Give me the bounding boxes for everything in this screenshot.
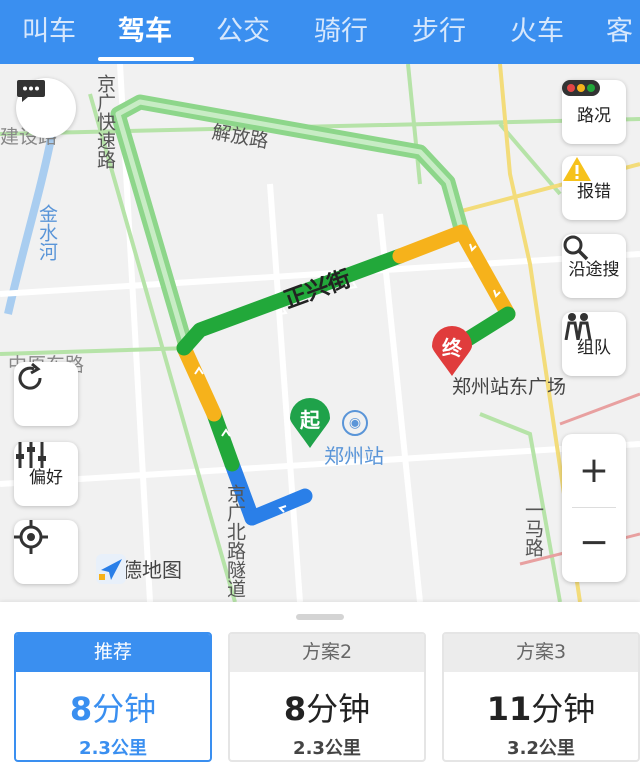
tab-bike[interactable]: 骑行	[314, 0, 368, 64]
sliders-icon	[16, 442, 46, 468]
locate-crosshair-icon	[14, 520, 48, 554]
route-time-number: 8	[283, 690, 307, 728]
end-marker[interactable]: 终	[432, 326, 472, 378]
preference-button[interactable]: 偏好	[14, 442, 78, 506]
traffic-button[interactable]: 路况	[562, 80, 626, 144]
route-option-distance: 3.2公里	[507, 738, 575, 759]
zoom-control: + −	[562, 434, 626, 582]
end-marker-label: 终	[442, 336, 462, 360]
tab-drive[interactable]: 驾车	[118, 0, 172, 64]
chat-bubble-icon	[17, 80, 45, 102]
warning-icon	[563, 157, 591, 181]
route-time-unit: 分钟	[92, 690, 157, 728]
tab-taxi[interactable]: 叫车	[22, 0, 76, 64]
report-error-button[interactable]: 报错	[562, 156, 626, 220]
amap-logo: 高德地图	[96, 554, 182, 584]
active-tab-indicator	[98, 57, 194, 61]
tab-bus[interactable]: 公交	[216, 0, 270, 64]
map-view[interactable]: 解放路 正兴街 建设路 中原东路 金水河 京广快速路 京广北路隧道 一马路 起 …	[0, 64, 640, 602]
start-marker-label: 起	[300, 408, 320, 432]
transport-mode-tabs: 叫车 驾车 公交 骑行 步行 火车 客	[0, 0, 640, 64]
route-option-time: 8分钟	[230, 684, 424, 730]
team-people-icon	[564, 313, 592, 340]
search-along-button[interactable]: 沿途搜	[562, 234, 626, 298]
station-label: 郑州站	[324, 444, 384, 468]
road-label-jingguang-kuaisu: 京广快速路	[94, 74, 116, 169]
refresh-icon	[18, 362, 42, 390]
traffic-light-icon	[562, 80, 600, 96]
road-label-yima: 一马路	[522, 500, 544, 557]
station-icon: ◉	[342, 410, 368, 436]
route-option-distance: 2.3公里	[79, 738, 147, 759]
refresh-button[interactable]	[14, 362, 78, 426]
route-option-label: 方案2	[230, 634, 424, 672]
route-option-time: 11分钟	[444, 684, 638, 730]
amap-logo-icon	[96, 554, 126, 584]
locate-button[interactable]	[14, 520, 78, 584]
route-option-label: 方案3	[444, 634, 638, 672]
tab-train[interactable]: 火车	[510, 0, 564, 64]
zoom-in-button[interactable]: +	[562, 434, 626, 507]
route-time-number: 8	[69, 690, 93, 728]
route-time-unit: 分钟	[306, 690, 371, 728]
traffic-label: 路况	[577, 105, 611, 126]
route-option-2[interactable]: 方案2 8分钟 2.3公里	[228, 632, 426, 762]
route-options-panel: 推荐 8分钟 2.3公里 方案2 8分钟 2.3公里 方案3 11分钟 3.2公…	[0, 602, 640, 774]
route-time-unit: 分钟	[531, 690, 596, 728]
chat-button[interactable]	[16, 78, 76, 138]
road-label-jingguang-bei: 京广北路隧道	[224, 484, 246, 598]
search-icon	[563, 235, 589, 261]
drag-handle[interactable]	[296, 614, 344, 620]
route-option-time: 8分钟	[16, 684, 210, 730]
route-option-3[interactable]: 方案3 11分钟 3.2公里	[442, 632, 640, 762]
route-option-distance: 2.3公里	[293, 738, 361, 759]
river-label-jinshui: 金水河	[36, 204, 58, 261]
route-option-label: 推荐	[16, 634, 210, 672]
zoom-out-button[interactable]: −	[562, 508, 626, 581]
tab-coach[interactable]: 客	[606, 0, 633, 64]
route-time-number: 11	[486, 690, 532, 728]
destination-label: 郑州站东广场	[452, 376, 567, 398]
team-button[interactable]: 组队	[562, 312, 626, 376]
route-option-recommended[interactable]: 推荐 8分钟 2.3公里	[14, 632, 212, 762]
tab-walk[interactable]: 步行	[412, 0, 466, 64]
